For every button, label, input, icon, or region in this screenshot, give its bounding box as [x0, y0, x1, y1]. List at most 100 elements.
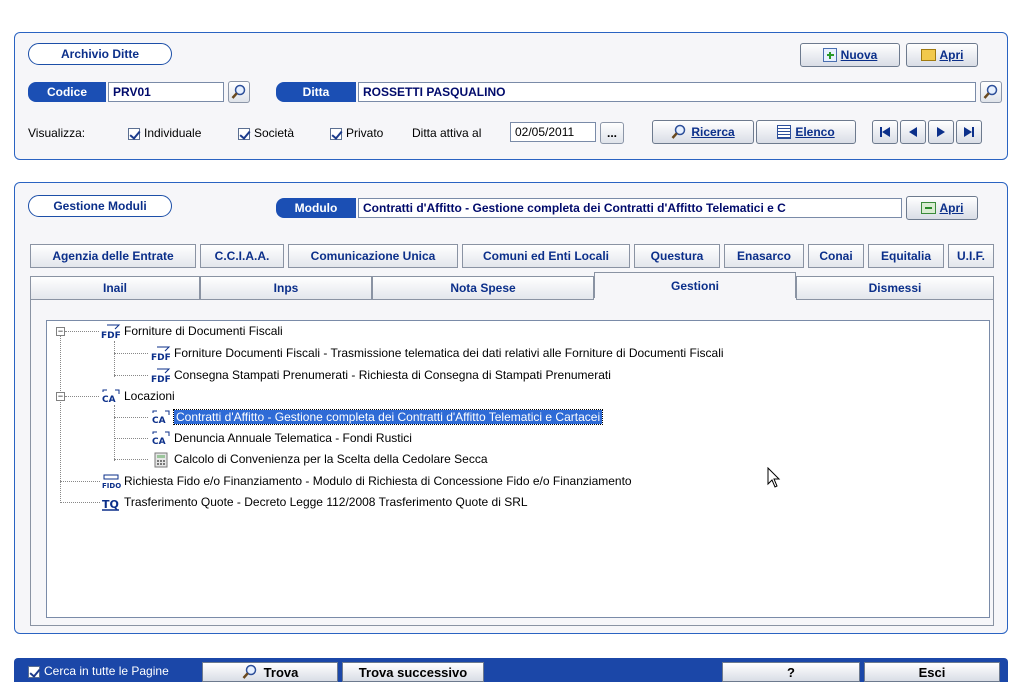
next-icon	[937, 127, 945, 137]
richiesta-fido-label: Richiesta Fido e/o Finanziamento - Modul…	[124, 474, 632, 488]
tab-conai[interactable]: Conai	[808, 244, 864, 268]
icon-fdf-text: FDF	[151, 375, 171, 384]
ricerca-button[interactable]: Ricerca	[652, 120, 754, 144]
ditta-attiva-input[interactable]: 02/05/2011	[510, 122, 596, 142]
ca-icon: CA	[101, 389, 121, 405]
consegna-stampati-label: Consegna Stampati Prenumerati - Richiest…	[174, 368, 611, 382]
trova-button[interactable]: Trova	[202, 662, 338, 682]
tab-gestioni[interactable]: Gestioni	[594, 272, 796, 298]
ca-icon: CA	[151, 431, 171, 447]
tab-comunicazione-unica[interactable]: Comunicazione Unica	[288, 244, 458, 268]
codice-search-button[interactable]	[228, 81, 250, 103]
previous-record-button[interactable]	[900, 120, 926, 144]
calcolo-convenienza-label: Calcolo di Convenienza per la Scelta del…	[174, 452, 488, 466]
apri-modulo-label: Apri	[939, 201, 964, 215]
ditta-label: Ditta	[276, 82, 356, 102]
tab-equitalia[interactable]: Equitalia	[868, 244, 944, 268]
codice-input[interactable]: PRV01	[108, 82, 224, 102]
help-button[interactable]: ?	[722, 662, 860, 682]
tab-uif[interactable]: U.I.F.	[948, 244, 994, 268]
tab-enasarco[interactable]: Enasarco	[724, 244, 804, 268]
ca-icon: CA	[151, 410, 171, 426]
icon-ca-text: CA	[102, 395, 116, 405]
tree-node-trasferimento-quote[interactable]: TQ Trasferimento Quote - Decreto Legge 11…	[101, 493, 528, 511]
tree-node-consegna-stampati[interactable]: FDF Consegna Stampati Prenumerati - Richi…	[151, 366, 611, 385]
icon-ca-text: CA	[152, 437, 166, 447]
individuale-checkbox[interactable]: Individuale	[128, 126, 201, 140]
apri-ditta-button[interactable]: Apri	[906, 43, 978, 67]
help-label: ?	[787, 664, 795, 680]
footer-bar: Cerca in tutte le Pagine Trova Trova suc…	[14, 658, 1008, 682]
tree-node-calcolo-convenienza[interactable]: Calcolo di Convenienza per la Scelta del…	[151, 450, 488, 468]
first-icon	[880, 127, 890, 137]
new-document-icon	[822, 48, 837, 62]
magnifier-icon	[231, 84, 246, 99]
tab-inail[interactable]: Inail	[30, 276, 200, 300]
trova-successivo-label: Trova successivo	[358, 664, 468, 680]
contratti-affitto-label: Contratti d'Affitto - Gestione completa …	[172, 409, 604, 425]
trova-successivo-button[interactable]: Trova successivo	[342, 662, 484, 682]
modules-tree[interactable]: − − FDF Forniture di Documenti Fiscali FD…	[46, 320, 990, 618]
esci-label: Esci	[918, 664, 946, 680]
previous-icon	[909, 127, 917, 137]
first-record-button[interactable]	[872, 120, 898, 144]
gestione-moduli-title: Gestione Moduli	[28, 195, 172, 217]
date-picker-button[interactable]: ...	[600, 122, 624, 144]
tree-node-contratti-affitto[interactable]: CA Contratti d'Affitto - Gestione complet…	[151, 408, 604, 426]
privato-label: Privato	[346, 126, 384, 140]
last-record-button[interactable]	[956, 120, 982, 144]
esci-button[interactable]: Esci	[864, 662, 1000, 682]
societa-label: Società	[254, 126, 295, 140]
tree-node-richiesta-fido[interactable]: FIDO Richiesta Fido e/o Finanziamento - M…	[101, 472, 632, 490]
tab-agenzia-entrate[interactable]: Agenzia delle Entrate	[30, 244, 196, 268]
cerca-tutte-pagine-checkbox[interactable]: Cerca in tutte le Pagine	[28, 664, 169, 678]
collapse-locazioni-toggle[interactable]: −	[56, 392, 65, 401]
magnifier-icon	[242, 664, 256, 679]
open-arrow-icon	[920, 202, 936, 214]
tree-node-forniture[interactable]: FDF Forniture di Documenti Fiscali	[101, 322, 283, 341]
collapse-forniture-toggle[interactable]: −	[56, 327, 65, 336]
nuova-label: Nuova	[840, 48, 878, 62]
visualizza-label: Visualizza:	[28, 126, 86, 140]
ditta-attiva-label: Ditta attiva al	[412, 126, 482, 140]
tab-questura[interactable]: Questura	[634, 244, 720, 268]
societa-checkbox[interactable]: Società	[238, 126, 294, 140]
tab-nota-spese[interactable]: Nota Spese	[372, 276, 594, 300]
next-record-button[interactable]	[928, 120, 954, 144]
tree-node-denuncia-annuale[interactable]: CA Denuncia Annuale Telematica - Fondi Ru…	[151, 429, 412, 447]
tab-inps[interactable]: Inps	[200, 276, 372, 300]
nuova-button[interactable]: Nuova	[800, 43, 900, 67]
icon-fdf-text: FDF	[151, 353, 171, 362]
ricerca-label: Ricerca	[691, 125, 735, 139]
tq-icon: TQ	[101, 495, 121, 511]
mouse-pointer-icon	[767, 467, 781, 488]
ditta-input[interactable]: ROSSETTI PASQUALINO	[358, 82, 976, 102]
checkbox-checked-icon	[28, 665, 40, 678]
individuale-label: Individuale	[144, 126, 202, 140]
tab-cciaa[interactable]: C.C.I.A.A.	[200, 244, 284, 268]
archivio-ditte-title: Archivio Ditte	[28, 43, 172, 65]
codice-label: Codice	[28, 82, 106, 102]
fdf-icon: FDF	[101, 324, 121, 341]
checkbox-checked-icon	[128, 127, 140, 140]
icon-tq-text: TQ	[102, 498, 119, 511]
icon-fdf-text: FDF	[101, 331, 121, 340]
calculator-icon	[151, 452, 171, 468]
tree-node-forniture-documenti[interactable]: FDF Forniture Documenti Fiscali - Trasmis…	[151, 344, 724, 363]
tab-dismessi[interactable]: Dismessi	[796, 276, 994, 300]
apri-modulo-button[interactable]: Apri	[906, 196, 978, 220]
trova-label: Trova	[263, 664, 299, 680]
cerca-tutte-pagine-label: Cerca in tutte le Pagine	[44, 664, 169, 678]
magnifier-icon	[671, 124, 686, 139]
privato-checkbox[interactable]: Privato	[330, 126, 383, 140]
denuncia-annuale-label: Denuncia Annuale Telematica - Fondi Rust…	[174, 431, 412, 445]
tab-comuni-enti-locali[interactable]: Comuni ed Enti Locali	[462, 244, 630, 268]
modulo-label: Modulo	[276, 198, 356, 218]
forniture-documenti-label: Forniture Documenti Fiscali - Trasmissio…	[174, 346, 724, 360]
icon-fido-text: FIDO	[102, 482, 121, 490]
ditta-search-button[interactable]	[980, 81, 1002, 103]
trasferimento-quote-label: Trasferimento Quote - Decreto Legge 112/…	[124, 495, 528, 509]
modulo-input[interactable]: Contratti d'Affitto - Gestione completa …	[358, 198, 902, 218]
tree-node-locazioni[interactable]: CA Locazioni	[101, 387, 175, 405]
elenco-button[interactable]: Elenco	[756, 120, 856, 144]
